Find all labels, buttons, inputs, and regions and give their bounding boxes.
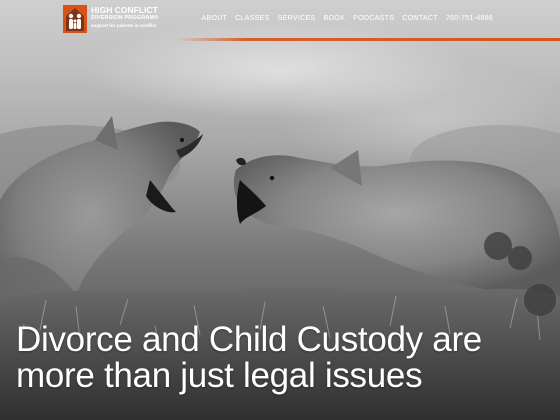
family-silhouette-icon bbox=[66, 8, 84, 31]
logo-title-line2-text: DIVERSION PROGRAM bbox=[91, 15, 155, 22]
nav-podcasts[interactable]: PODCASTS bbox=[353, 13, 394, 22]
site-header: HIGH CONFLICT DIVERSION PROGRAM® support… bbox=[0, 0, 560, 44]
hero-headline-line1: Divorce and Child Custody are bbox=[16, 320, 482, 359]
right-fox bbox=[233, 150, 560, 300]
main-nav: ABOUT CLASSES SERVICES BOOK PODCASTS CON… bbox=[201, 13, 493, 22]
nav-contact[interactable]: CONTACT bbox=[402, 13, 438, 22]
logo-badge bbox=[63, 5, 87, 33]
hero-headline-line2: more than just legal issues bbox=[16, 356, 423, 395]
registered-mark: ® bbox=[154, 15, 159, 22]
hero-headline: Divorce and Child Custody are more than … bbox=[16, 322, 556, 394]
nav-services[interactable]: SERVICES bbox=[278, 13, 316, 22]
logo-text: HIGH CONFLICT DIVERSION PROGRAM® support… bbox=[91, 5, 158, 29]
nav-classes[interactable]: CLASSES bbox=[235, 13, 270, 22]
nav-about[interactable]: ABOUT bbox=[201, 13, 227, 22]
logo-title-line2: DIVERSION PROGRAM® bbox=[91, 16, 158, 22]
page: HIGH CONFLICT DIVERSION PROGRAM® support… bbox=[0, 0, 560, 420]
nav-book[interactable]: BOOK bbox=[324, 13, 346, 22]
logo-tagline: support for parents in conflict bbox=[91, 23, 157, 28]
site-logo[interactable]: HIGH CONFLICT DIVERSION PROGRAM® support… bbox=[63, 5, 173, 35]
nav-accent-rule bbox=[176, 38, 560, 41]
nav-phone[interactable]: 760-751-4886 bbox=[446, 13, 493, 22]
logo-title-line1: HIGH CONFLICT bbox=[91, 5, 158, 15]
